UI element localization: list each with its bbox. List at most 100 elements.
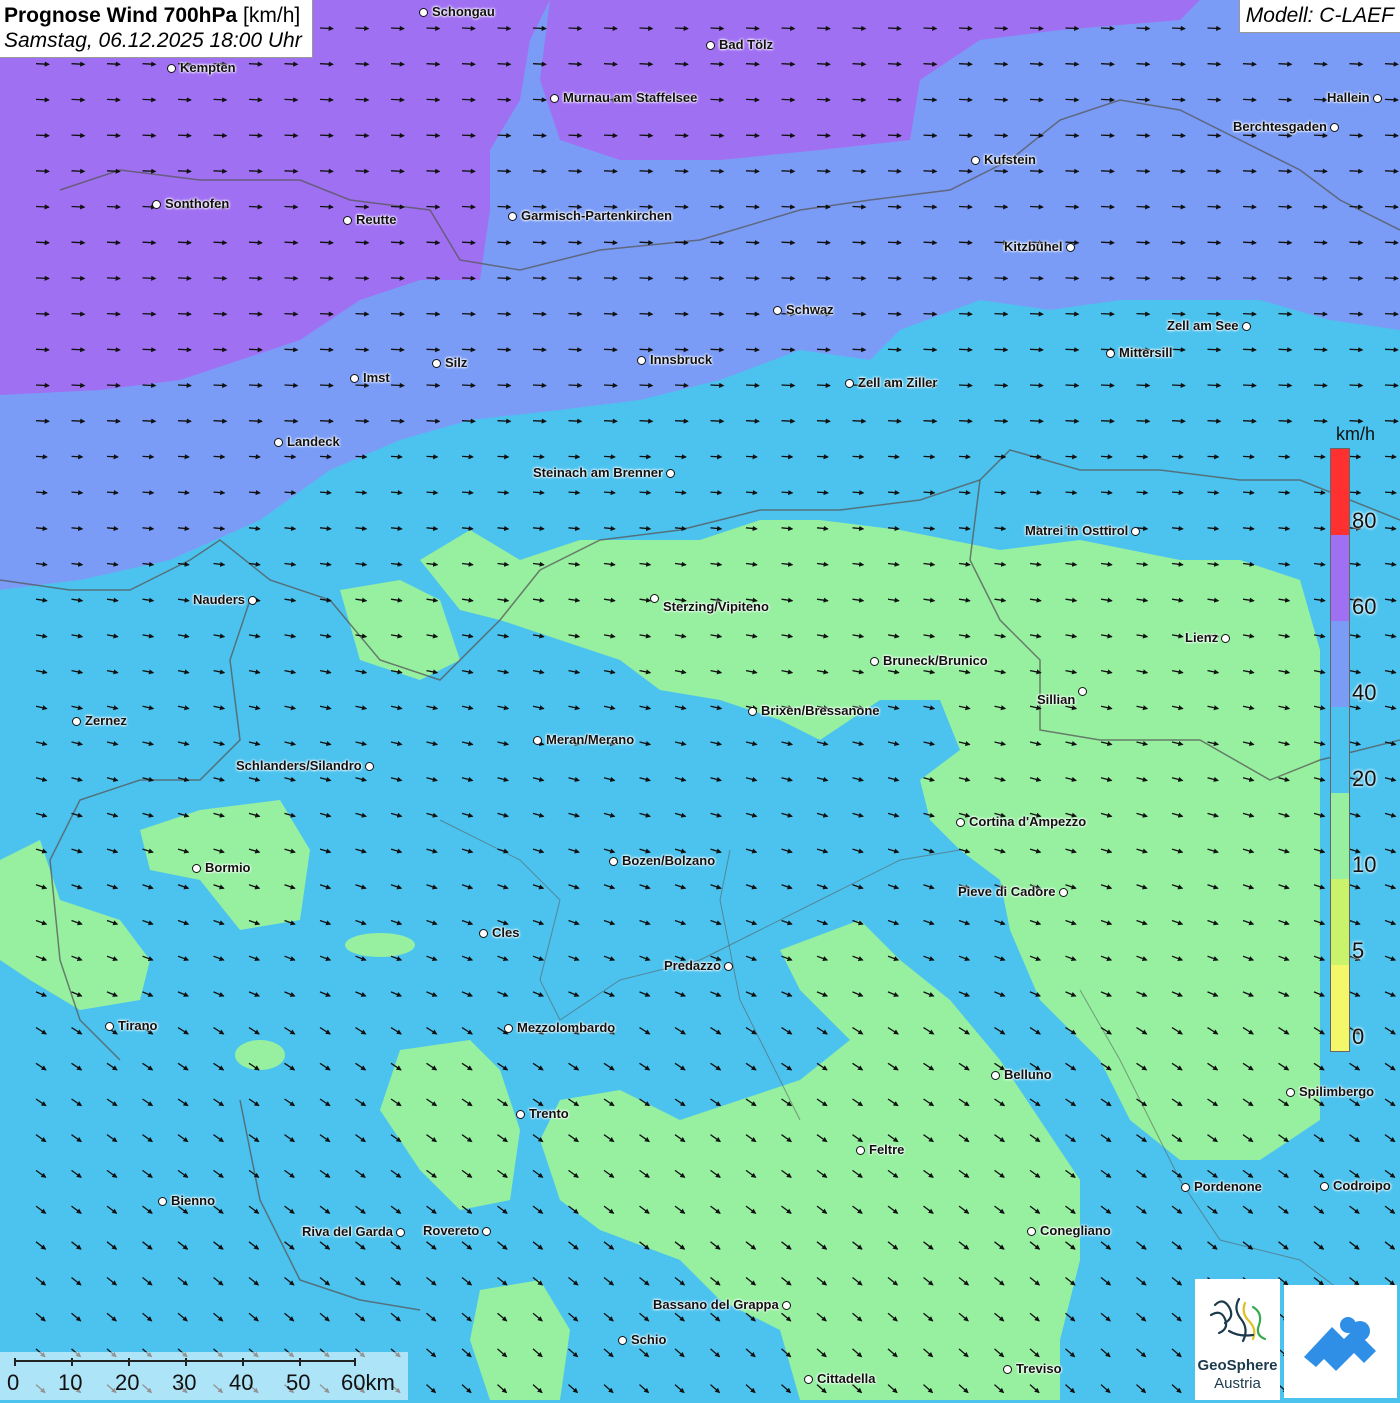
wind-arrow — [1207, 418, 1222, 424]
wind-arrow — [142, 275, 157, 281]
wind-arrow — [674, 454, 687, 460]
wind-arrow — [1384, 204, 1399, 210]
wind-arrow — [1029, 132, 1044, 139]
wind-arrow — [319, 168, 334, 174]
scale-tick — [299, 1358, 301, 1366]
wind-arrow — [426, 275, 441, 281]
wind-arrow — [532, 25, 547, 31]
wind-arrow — [106, 132, 121, 139]
wind-arrow — [958, 489, 971, 496]
city-marker — [1106, 349, 1115, 358]
wind-arrow — [1029, 25, 1044, 31]
wind-arrow — [639, 240, 654, 246]
wind-arrow — [852, 454, 865, 460]
city-label: Rovereto — [423, 1223, 480, 1238]
wind-arrow — [35, 61, 50, 67]
city-marker — [516, 1110, 525, 1119]
wind-arrow — [248, 454, 261, 460]
wind-arrow — [1100, 25, 1115, 31]
wind-arrow — [248, 418, 263, 424]
wind-arrow — [319, 204, 334, 210]
wind-arrow — [603, 347, 618, 353]
wind-arrow — [213, 240, 228, 246]
city-label: Riva del Garda — [302, 1224, 394, 1239]
wind-arrow — [994, 97, 1009, 103]
wind-arrow — [71, 132, 86, 139]
wind-arrow — [1171, 168, 1186, 174]
wind-arrow — [887, 97, 902, 103]
wind-arrow — [390, 382, 405, 388]
wind-arrow — [852, 97, 867, 103]
city-label: Cortina d'Ampezzo — [969, 814, 1087, 829]
wind-arrow — [639, 489, 652, 496]
wind-arrow — [958, 418, 973, 424]
wind-arrow — [390, 25, 405, 31]
wind-arrow — [1065, 168, 1080, 174]
scale-label: 10 — [58, 1370, 83, 1395]
wind-arrow — [355, 204, 370, 210]
wind-arrow — [745, 489, 758, 496]
wind-arrow — [1136, 61, 1151, 67]
map-title: Prognose Wind 700hPa [km/h] — [4, 4, 301, 27]
wind-arrow — [1136, 204, 1151, 210]
wind-arrow — [1207, 97, 1222, 103]
wind-arrow — [568, 454, 581, 460]
wind-arrow — [532, 347, 547, 353]
color-legend: km/h 80 60 40 20 10 5 0 — [1330, 420, 1400, 1060]
wind-arrow — [994, 204, 1009, 210]
wind-arrow — [461, 61, 476, 67]
wind-arrow — [461, 311, 476, 317]
wind-arrow — [426, 311, 441, 317]
wind-arrow — [213, 168, 228, 174]
wind-arrow — [887, 311, 902, 317]
wind-arrow — [461, 204, 476, 210]
city-label: Meran/Merano — [546, 732, 635, 747]
wind-arrow — [887, 275, 902, 281]
wind-arrow — [1207, 489, 1220, 496]
wind-arrow — [852, 61, 867, 67]
app-logo[interactable] — [1284, 1285, 1397, 1398]
city-marker — [1131, 527, 1140, 536]
wind-arrow — [639, 275, 654, 281]
wind-arrow — [1136, 25, 1151, 31]
wind-arrow — [639, 311, 654, 317]
wind-arrow — [1171, 418, 1186, 424]
wind-arrow — [781, 347, 796, 353]
wind-arrow — [284, 418, 299, 424]
city-marker — [105, 1022, 114, 1031]
wind-arrow — [319, 25, 334, 31]
title-box: Prognose Wind 700hPa [km/h] Samstag, 06.… — [0, 0, 313, 59]
wind-arrow — [355, 61, 370, 67]
wind-arrow — [532, 132, 547, 139]
wind-arrow — [1136, 97, 1151, 103]
wind-arrow — [568, 240, 583, 246]
wind-arrow — [106, 204, 121, 210]
wind-arrow — [994, 25, 1009, 31]
wind-arrow — [568, 204, 583, 210]
wind-arrow — [923, 168, 938, 174]
wind-arrow — [355, 132, 370, 139]
geosphere-logo[interactable]: GeoSphere Austria — [1195, 1279, 1280, 1400]
wind-arrow — [106, 489, 119, 496]
city-label: Garmisch-Partenkirchen — [521, 208, 673, 223]
wind-arrow — [532, 454, 545, 460]
wind-arrow — [177, 418, 192, 424]
wind-arrow — [745, 132, 760, 139]
wind-arrow — [35, 382, 50, 388]
city-label: Lienz — [1185, 630, 1219, 645]
city-label: Imst — [363, 370, 390, 385]
city-label: Pordenone — [1194, 1179, 1262, 1194]
wind-arrow — [284, 382, 299, 388]
wind-arrow — [1313, 97, 1328, 103]
city-label: Hallein — [1327, 90, 1370, 105]
wind-arrow — [710, 240, 725, 246]
wind-arrow — [461, 489, 474, 496]
city-label: Feltre — [869, 1142, 905, 1157]
wind-arrow — [1313, 454, 1326, 460]
wind-arrow — [1065, 132, 1080, 139]
legend-seg-80 — [1331, 449, 1349, 535]
wind-arrow — [248, 311, 263, 317]
wind-arrow — [71, 418, 86, 424]
wind-arrow — [1136, 454, 1149, 460]
legend-seg-10 — [1331, 793, 1349, 879]
